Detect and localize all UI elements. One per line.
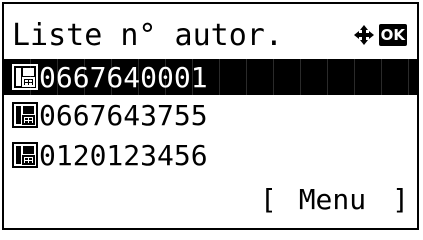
list-item-number: 0667640001 <box>39 60 208 94</box>
fax-address-icon <box>12 102 38 128</box>
list-item[interactable]: 0120123456 <box>4 135 417 175</box>
lcd-panel: Liste n° autor. OK 0667640001 0667643755… <box>2 2 419 230</box>
ok-key-indicator: OK <box>378 24 407 46</box>
list-item[interactable]: 0667643755 <box>4 95 417 135</box>
four-way-arrow-icon <box>353 25 374 45</box>
menu-softkey[interactable]: [ Menu ] <box>260 182 409 218</box>
softkey-label: Menu <box>298 183 367 216</box>
list-item-number: 0667643755 <box>39 98 208 132</box>
softkey-close-bracket: ] <box>392 183 409 216</box>
fax-address-icon <box>12 64 38 90</box>
softkey-open-bracket: [ <box>259 183 277 216</box>
list-item[interactable]: 0667640001 <box>4 59 417 95</box>
fax-address-icon <box>12 142 38 168</box>
nav-indicator: OK <box>353 21 407 49</box>
list-item-number: 0120123456 <box>39 138 208 172</box>
authorized-number-list: 0667640001 0667643755 0120123456 <box>4 59 417 175</box>
